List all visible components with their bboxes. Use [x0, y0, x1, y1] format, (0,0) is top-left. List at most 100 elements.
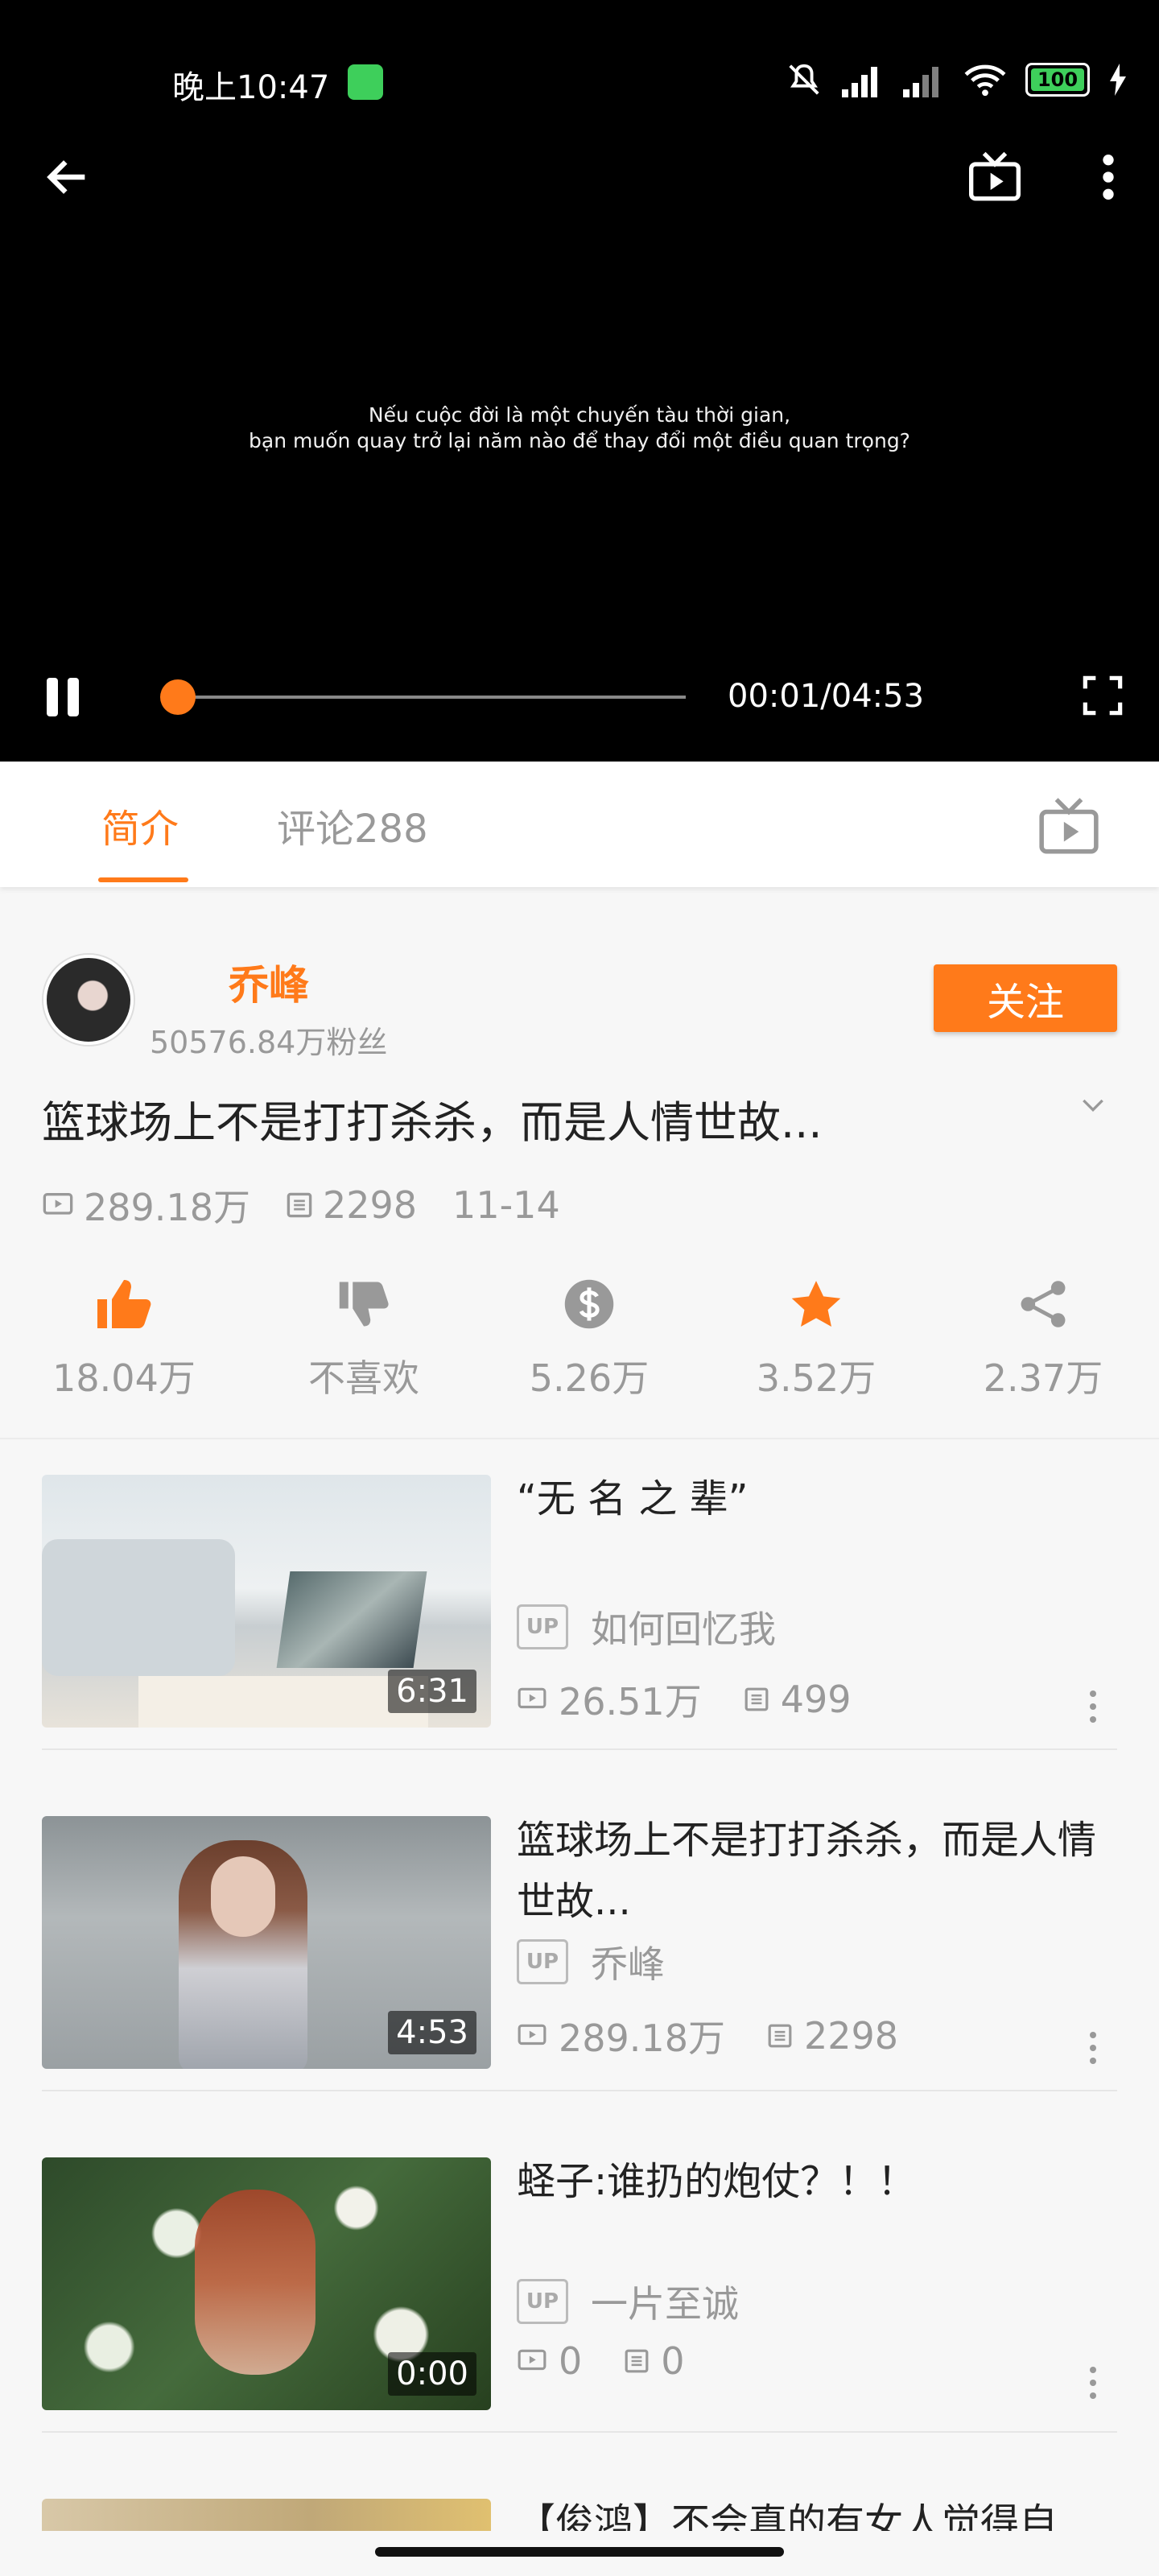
video-duration: 0:00	[388, 2352, 476, 2396]
share-count: 2.37万	[983, 1356, 1103, 1400]
danmaku-count: 499	[780, 1678, 852, 1721]
uploader-row: UP 一片至诚	[517, 2275, 739, 2328]
pause-icon[interactable]	[43, 675, 82, 720]
play-count-icon	[518, 1687, 547, 1709]
stats-row: 0 0	[517, 2339, 685, 2383]
video-title: “无 名 之 辈”	[517, 1476, 749, 1521]
dislike-button[interactable]: 不喜欢	[251, 1272, 476, 1402]
play-count: 26.51万	[559, 1680, 702, 1724]
video-thumbnail[interactable]: 0:00	[42, 2157, 491, 2410]
star-icon	[791, 1281, 841, 1327]
danmaku-count: 2298	[803, 2014, 899, 2058]
thumbs-up-icon	[97, 1280, 151, 1328]
stats-row: 26.51万 499	[517, 1673, 852, 1726]
up-badge: UP	[517, 1604, 568, 1649]
avatar[interactable]	[43, 955, 134, 1045]
favorite-count: 3.52万	[756, 1356, 876, 1400]
like-button[interactable]: 18.04万	[11, 1272, 237, 1402]
tab-comments[interactable]: 评论288	[277, 797, 428, 853]
play-count: 0	[559, 2339, 583, 2383]
status-icons: 100	[786, 61, 1127, 98]
active-tab-indicator	[98, 877, 188, 882]
video-duration: 6:31	[388, 1670, 476, 1713]
back-arrow-icon[interactable]	[42, 151, 93, 203]
uploader-row: UP 乔峰	[517, 1935, 665, 1988]
like-count: 18.04万	[52, 1356, 196, 1400]
subtitle-line-2: bạn muốn quay trở lại năm nào để thay đổ…	[249, 429, 910, 452]
danmaku-icon	[625, 2349, 649, 2373]
video-title: 蛏子:谁扔的炮仗？！！	[517, 2159, 917, 2204]
signal-icon-2	[903, 62, 945, 97]
thumbs-down-icon	[339, 1282, 389, 1327]
more-options-icon[interactable]	[1088, 1690, 1098, 1728]
tab-bar: 简介 评论288	[0, 762, 1159, 887]
home-indicator[interactable]	[375, 2547, 784, 2557]
play-count-icon	[518, 2349, 547, 2371]
charging-icon	[1110, 64, 1126, 96]
danmaku-icon	[287, 1192, 312, 1218]
video-title: 篮球场上不是打打杀杀，而是人情世故...	[42, 1097, 823, 1148]
video-title: 【俊鸿】不会真的有女人觉得自	[517, 2500, 1058, 2531]
fullscreen-icon[interactable]	[1082, 675, 1124, 716]
video-thumbnail[interactable]	[42, 2499, 491, 2531]
more-vertical-icon[interactable]	[1096, 151, 1120, 203]
uploader-name[interactable]: 乔峰	[229, 953, 309, 1011]
uploader-row: UP 如何回忆我	[517, 1600, 776, 1653]
danmaku-count: 2298	[322, 1183, 418, 1227]
danmaku-icon	[768, 2024, 792, 2048]
video-meta: 289.18万 2298 11-14	[42, 1179, 581, 1232]
uploader-name: 一片至诚	[591, 2282, 739, 2326]
tv-cast-icon[interactable]	[966, 151, 1024, 203]
danmaku-count: 0	[661, 2339, 685, 2383]
progress-bar[interactable]	[167, 696, 686, 699]
coin-count: 5.26万	[529, 1356, 650, 1400]
uploader-name: 如何回忆我	[591, 1608, 776, 1651]
item-separator	[42, 2431, 1117, 2433]
player-controls: 00:01/04:53	[0, 660, 1159, 733]
item-separator	[42, 2090, 1117, 2091]
status-time: 晚上10:47	[172, 69, 330, 106]
list-item[interactable]: 0:00 蛏子:谁扔的炮仗？！！ UP 一片至诚 0 0	[0, 2122, 1159, 2463]
chevron-down-icon[interactable]	[1077, 1088, 1109, 1121]
mute-icon	[789, 64, 819, 95]
item-separator	[42, 1748, 1117, 1750]
favorite-button[interactable]: 3.52万	[703, 1272, 929, 1402]
list-item[interactable]: 4:53 篮球场上不是打打杀杀，而是人情世故... UP 乔峰 289.18万 2…	[0, 1781, 1159, 2122]
tab-intro[interactable]: 简介	[101, 797, 179, 853]
stats-row: 289.18万 2298	[517, 2009, 898, 2062]
up-badge: UP	[517, 2279, 568, 2324]
video-title: 篮球场上不是打打杀杀，而是人情世故...	[517, 1818, 1097, 1924]
app-notification-icon	[348, 64, 383, 100]
video-duration: 4:53	[388, 2011, 476, 2054]
playback-time: 00:01/04:53	[728, 678, 925, 715]
action-bar: 18.04万 不喜欢 5.26万 3.52万 2.37万	[0, 1272, 1159, 1417]
more-options-icon[interactable]	[1088, 2032, 1098, 2069]
uploader-name: 乔峰	[591, 1942, 665, 1986]
list-item[interactable]: 6:31 “无 名 之 辈” UP 如何回忆我 26.51万 499	[0, 1439, 1159, 1781]
uploader-fans: 50576.84万粉丝	[150, 1025, 388, 1060]
follow-button[interactable]: 关注	[934, 964, 1117, 1032]
status-bar: 晚上10:47 100	[0, 0, 1159, 161]
coin-icon	[564, 1279, 614, 1329]
more-options-icon[interactable]	[1088, 2367, 1098, 2404]
play-count-icon	[518, 2024, 547, 2046]
video-thumbnail[interactable]: 6:31	[42, 1475, 491, 1728]
video-player[interactable]: 晚上10:47 100 Nếu cuộc đời là một chuyến t…	[0, 0, 1159, 762]
subtitle-line-1: Nếu cuộc đời là một chuyến tàu thời gian…	[368, 403, 791, 427]
progress-knob[interactable]	[159, 679, 196, 715]
signal-icon-1	[842, 62, 884, 97]
share-icon	[1021, 1281, 1066, 1327]
battery-icon: 100	[1025, 63, 1090, 97]
share-button[interactable]: 2.37万	[930, 1272, 1156, 1402]
dislike-label: 不喜欢	[308, 1356, 419, 1400]
video-thumbnail[interactable]: 4:53	[42, 1816, 491, 2069]
play-count: 289.18万	[559, 2017, 725, 2060]
publish-date: 11-14	[452, 1183, 560, 1227]
tv-icon[interactable]	[1037, 797, 1101, 857]
up-badge: UP	[517, 1939, 568, 1984]
coin-button[interactable]: 5.26万	[476, 1272, 702, 1402]
wifi-icon	[964, 64, 1006, 97]
play-count: 289.18万	[84, 1186, 250, 1229]
list-item[interactable]: 【俊鸿】不会真的有女人觉得自	[0, 2463, 1159, 2531]
play-count-icon	[43, 1193, 73, 1215]
